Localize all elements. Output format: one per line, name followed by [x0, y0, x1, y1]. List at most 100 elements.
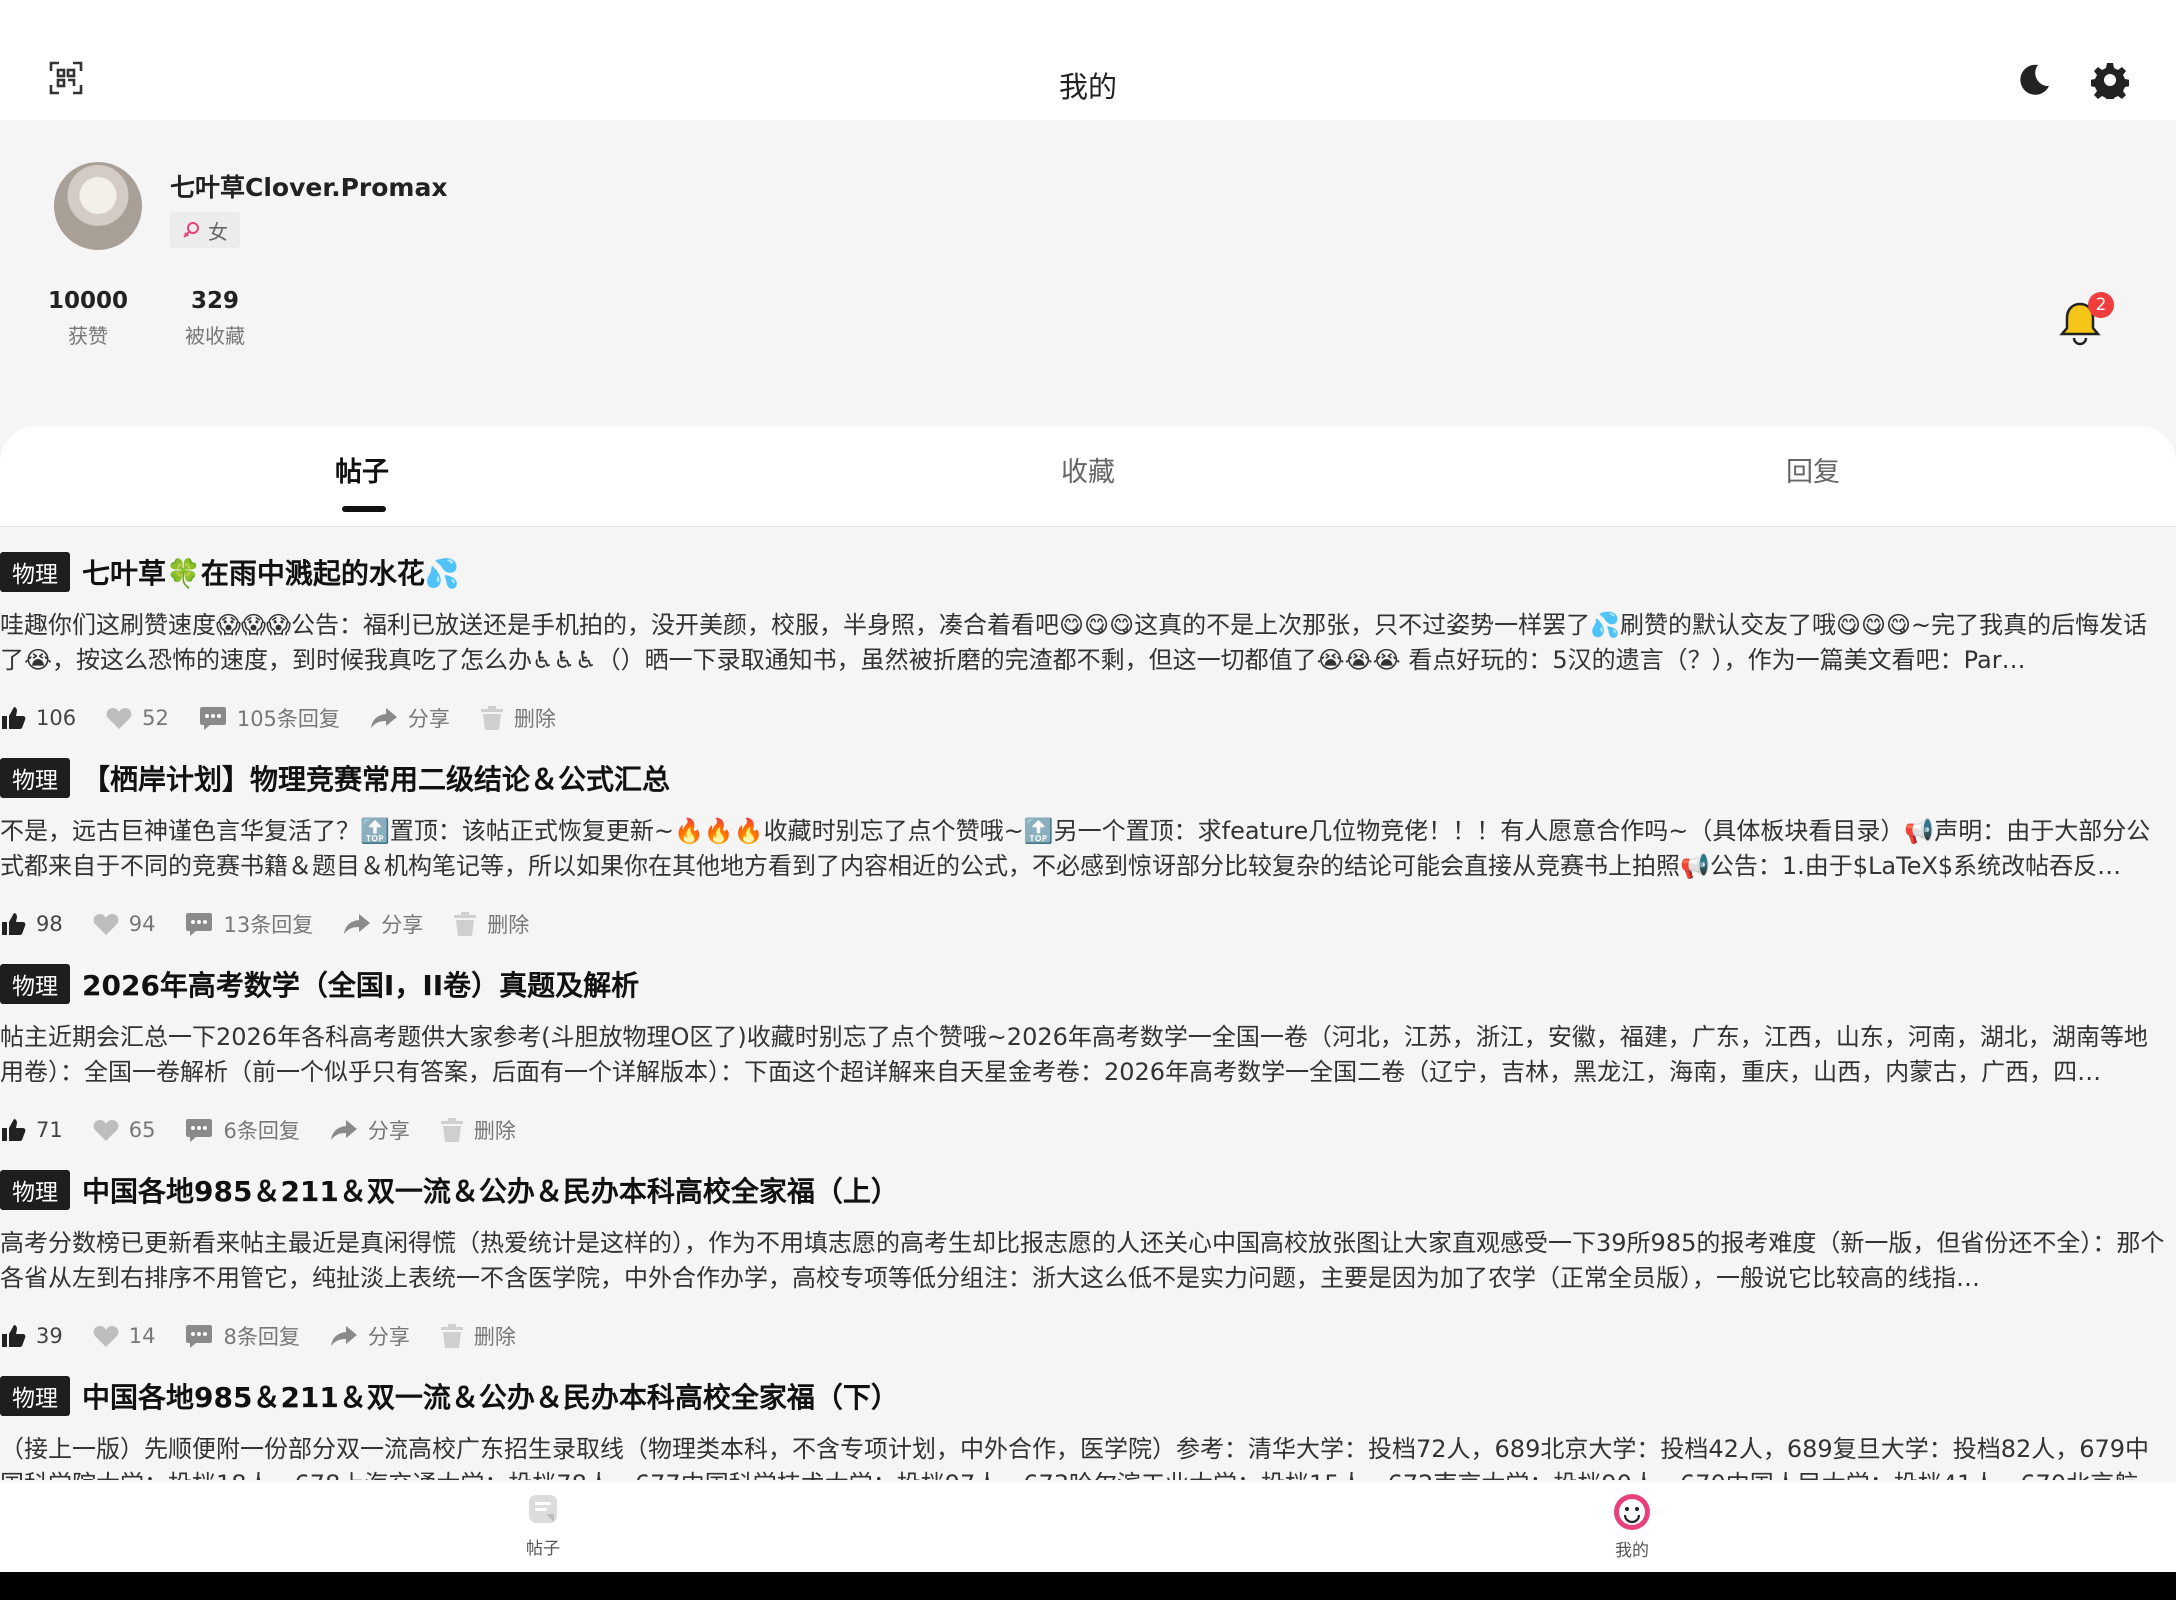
comment-icon: [186, 1119, 213, 1142]
nav-me[interactable]: 我的: [1572, 1492, 1692, 1561]
comment-icon: [199, 707, 226, 730]
tab-replies[interactable]: 回复: [1733, 450, 1893, 489]
share-icon: [370, 708, 397, 728]
reply-button[interactable]: 13条回复: [185, 909, 313, 939]
comment-icon: [186, 913, 213, 936]
avatar[interactable]: [54, 162, 142, 250]
like-count: 71: [36, 1118, 63, 1142]
like-button[interactable]: 106: [0, 705, 76, 731]
post-tag[interactable]: 物理: [0, 758, 70, 798]
trash-icon: [440, 1118, 463, 1142]
post-title[interactable]: 七叶草🍀在雨中溅起的水花💦: [82, 552, 460, 592]
stat-favorited[interactable]: 329 被收藏: [175, 288, 255, 349]
stat-favorited-value: 329: [190, 288, 239, 314]
delete-button[interactable]: 删除: [440, 1115, 516, 1145]
post-excerpt[interactable]: 不是，远古巨神谨色言华复活了？🔝置顶：该帖正式恢复更新~🔥🔥🔥收藏时别忘了点个赞…: [0, 814, 2170, 884]
trash-icon: [440, 1324, 463, 1348]
like-button[interactable]: 39: [0, 1323, 63, 1349]
tab-indicator: [342, 506, 386, 512]
like-button[interactable]: 71: [0, 1117, 63, 1143]
reply-count: 13条回复: [223, 913, 314, 937]
profile-section: 七叶草Clover.Promax 女 10000 获赞 329 被收藏 2: [0, 120, 2176, 430]
like-count: 106: [36, 706, 77, 730]
stat-likes-value: 10000: [48, 288, 129, 314]
comment-icon: [186, 1325, 213, 1348]
favorite-button[interactable]: 94: [93, 912, 156, 936]
tab-favorites[interactable]: 收藏: [1008, 450, 1168, 489]
trash-icon: [454, 912, 477, 936]
share-icon: [330, 1120, 357, 1140]
reply-count: 6条回复: [223, 1119, 300, 1143]
post-title[interactable]: 中国各地985＆211＆双一流＆公办＆民办本科高校全家福（下）: [82, 1376, 899, 1416]
gear-icon[interactable]: [2088, 58, 2132, 102]
notification-badge: 2: [2088, 292, 2114, 318]
post-actions: 71 65 6条回复 分享 删除: [0, 1112, 546, 1148]
delete-label: 删除: [487, 913, 530, 937]
share-label: 分享: [381, 913, 424, 937]
post-actions: 106 52 105条回复 分享 删除: [0, 700, 586, 736]
share-label: 分享: [367, 1119, 410, 1143]
like-count: 39: [36, 1324, 63, 1348]
heart-icon: [93, 1120, 119, 1141]
post-tag[interactable]: 物理: [0, 552, 70, 592]
like-button[interactable]: 98: [0, 911, 63, 937]
favorite-button[interactable]: 65: [93, 1118, 155, 1142]
favorite-button[interactable]: 14: [93, 1324, 156, 1348]
post-title[interactable]: 【栖岸计划】物理竞赛常用二级结论＆公式汇总: [82, 758, 670, 798]
gender-badge: 女: [170, 212, 240, 248]
post-item[interactable]: 物理 中国各地985＆211＆双一流＆公办＆民办本科高校全家福（上） 高考分数榜…: [0, 1158, 2176, 1364]
tab-posts[interactable]: 帖子: [282, 450, 442, 489]
heart-icon: [93, 1326, 119, 1347]
username: 七叶草Clover.Promax: [170, 173, 448, 202]
post-excerpt[interactable]: （接上一版）先顺便附一份部分双一流高校广东招生录取线（物理类本科，不含专项计划，…: [0, 1432, 2170, 1480]
share-icon: [330, 1326, 357, 1346]
gender-label: 女: [208, 219, 228, 244]
delete-label: 删除: [473, 1325, 516, 1349]
favorite-count: 14: [128, 1324, 156, 1348]
post-item[interactable]: 物理 2026年高考数学（全国I，II卷）真题及解析 帖主近期会汇总一下2026…: [0, 952, 2176, 1158]
reply-count: 8条回复: [223, 1325, 300, 1349]
post-excerpt[interactable]: 哇趣你们这刷赞速度😱😱😱公告：福利已放送还是手机拍的，没开美颜，校服，半身照，凑…: [0, 608, 2170, 678]
share-button[interactable]: 分享: [343, 909, 423, 939]
delete-button[interactable]: 删除: [440, 1321, 516, 1351]
reply-button[interactable]: 105条回复: [199, 703, 340, 733]
nav-posts[interactable]: 帖子: [483, 1492, 603, 1559]
share-button[interactable]: 分享: [330, 1115, 410, 1145]
post-title[interactable]: 中国各地985＆211＆双一流＆公办＆民办本科高校全家福（上）: [82, 1170, 899, 1210]
bottom-nav: 帖子 我的: [0, 1482, 2176, 1572]
thumbs-up-icon: [2, 1325, 26, 1347]
share-button[interactable]: 分享: [370, 703, 450, 733]
stat-likes[interactable]: 10000 获赞: [48, 288, 128, 349]
post-tag[interactable]: 物理: [0, 964, 70, 1004]
trash-icon: [480, 706, 503, 730]
delete-button[interactable]: 删除: [453, 909, 529, 939]
stat-favorited-label: 被收藏: [185, 324, 245, 348]
post-item[interactable]: 物理 中国各地985＆211＆双一流＆公办＆民办本科高校全家福（下） （接上一版…: [0, 1364, 2176, 1480]
favorite-count: 94: [128, 912, 156, 936]
post-feed[interactable]: 物理 七叶草🍀在雨中溅起的水花💦 哇趣你们这刷赞速度😱😱😱公告：福利已放送还是手…: [0, 540, 2176, 1480]
favorite-button[interactable]: 52: [106, 706, 169, 730]
post-actions: 39 14 8条回复 分享 删除: [0, 1318, 546, 1354]
stat-likes-label: 获赞: [68, 324, 108, 348]
delete-button[interactable]: 删除: [480, 703, 556, 733]
post-tag[interactable]: 物理: [0, 1376, 70, 1416]
post-excerpt[interactable]: 高考分数榜已更新看来帖主最近是真闲得慌（热爱统计是这样的），作为不用填志愿的高考…: [0, 1226, 2170, 1296]
post-title[interactable]: 2026年高考数学（全国I，II卷）真题及解析: [82, 964, 639, 1004]
share-button[interactable]: 分享: [330, 1321, 410, 1351]
post-item[interactable]: 物理 七叶草🍀在雨中溅起的水花💦 哇趣你们这刷赞速度😱😱😱公告：福利已放送还是手…: [0, 540, 2176, 746]
heart-icon: [106, 708, 132, 729]
moon-icon[interactable]: [2012, 58, 2056, 102]
post-tag[interactable]: 物理: [0, 1170, 70, 1210]
page-title: 我的: [1058, 70, 1117, 104]
post-actions: 98 94 13条回复 分享 删除: [0, 906, 559, 942]
post-item[interactable]: 物理 【栖岸计划】物理竞赛常用二级结论＆公式汇总 不是，远古巨神谨色言华复活了？…: [0, 746, 2176, 952]
posts-icon: [529, 1495, 557, 1523]
system-navigation-bar: [0, 1572, 2176, 1600]
post-excerpt[interactable]: 帖主近期会汇总一下2026年各科高考题供大家参考(斗胆放物理O区了)收藏时别忘了…: [0, 1020, 2170, 1090]
reply-button[interactable]: 6条回复: [185, 1115, 300, 1145]
nav-me-label: 我的: [1615, 1541, 1649, 1561]
share-label: 分享: [367, 1325, 410, 1349]
delete-label: 删除: [473, 1119, 516, 1143]
reply-button[interactable]: 8条回复: [185, 1321, 300, 1351]
share-label: 分享: [407, 707, 450, 731]
